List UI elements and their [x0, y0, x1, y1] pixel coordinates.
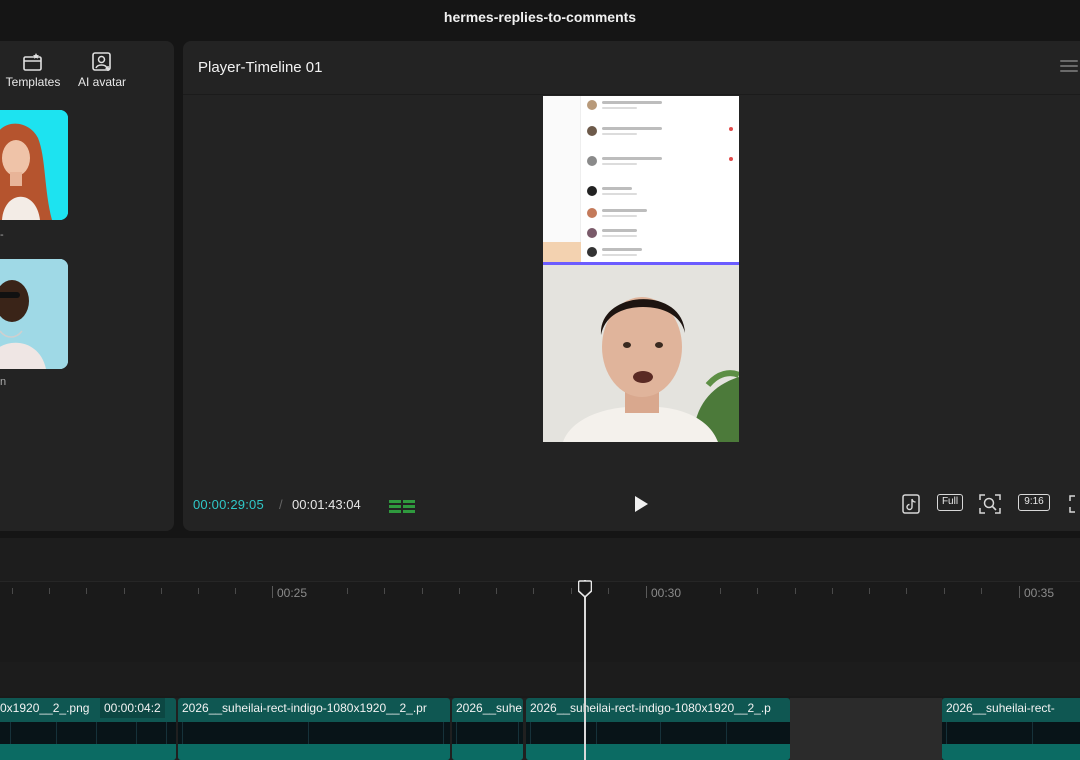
- menu-icon[interactable]: [1060, 60, 1078, 74]
- timeline-gap[interactable]: [790, 698, 942, 760]
- aspect-ratio-button[interactable]: 9:16: [1018, 494, 1050, 514]
- ratio-label: 9:16: [1018, 494, 1050, 511]
- player-title: Player-Timeline 01: [198, 59, 323, 76]
- ai-avatar-tab[interactable]: AI avatar: [65, 51, 139, 89]
- timeline-ruler[interactable]: 00:25 00:30 00:35: [0, 582, 1080, 602]
- timeline: 00:25 00:30 00:35 0x1920__2_.png 00:00:0…: [0, 538, 1080, 760]
- ai-avatar-label: AI avatar: [77, 75, 127, 89]
- timeline-clip[interactable]: 2026__suheilai-rect-: [942, 698, 1080, 760]
- avatar-thumbnail: [0, 259, 68, 369]
- full-label: Full: [937, 494, 963, 511]
- ruler-label: 00:35: [1024, 586, 1055, 600]
- timeline-clip[interactable]: 2026__suheilai-rect-indigo-1080x1920__2_…: [526, 698, 790, 760]
- window-title: hermes-replies-to-comments: [443, 9, 637, 25]
- preview-comments-screenshot: [543, 96, 739, 265]
- avatar-caption: n: [0, 376, 7, 388]
- ruler-label: 00:25: [277, 586, 308, 600]
- clip-duration: 00:00:04:2: [100, 698, 165, 718]
- total-timecode: 00:01:43:04: [292, 497, 361, 512]
- zoom-icon: [979, 494, 1001, 514]
- title-bar: hermes-replies-to-comments: [0, 0, 1080, 36]
- audio-meter-icon: [389, 497, 417, 513]
- clip-name: 2026__suhe: [456, 701, 523, 715]
- video-track: 0x1920__2_.png 00:00:04:2 2026__suheilai…: [0, 698, 1080, 760]
- ai-avatar-icon: [92, 52, 111, 71]
- avatar-card-male[interactable]: [0, 259, 68, 369]
- ruler-label: 00:30: [651, 586, 682, 600]
- templates-icon: [23, 53, 42, 71]
- tiktok-icon: [902, 494, 920, 514]
- timeline-clip[interactable]: 2026__suhe: [452, 698, 523, 760]
- track-spacer: [0, 662, 1080, 696]
- tiktok-preview-button[interactable]: [902, 494, 920, 514]
- player-controls: 00:00:29:05 / 00:01:43:04 Full 9:16: [183, 493, 1080, 519]
- player-header: Player-Timeline 01: [183, 41, 1080, 95]
- templates-tab[interactable]: Templates: [0, 51, 70, 89]
- playhead-line: [584, 580, 586, 760]
- timeline-clip[interactable]: 2026__suheilai-rect-indigo-1080x1920__2_…: [178, 698, 450, 760]
- clip-name: 2026__suheilai-rect-indigo-1080x1920__2_…: [530, 701, 771, 715]
- current-timecode: 00:00:29:05: [193, 497, 264, 512]
- full-quality-button[interactable]: Full: [937, 494, 963, 514]
- avatar-caption: -: [0, 229, 4, 241]
- playhead-handle-icon[interactable]: [578, 580, 592, 598]
- avatar-thumbnail: [0, 110, 68, 220]
- templates-label: Templates: [5, 75, 61, 89]
- video-preview[interactable]: [543, 96, 739, 442]
- play-icon[interactable]: [633, 495, 649, 513]
- fullscreen-icon[interactable]: [1069, 494, 1080, 514]
- timeline-toolbar: [0, 538, 1080, 582]
- avatar-card-female[interactable]: [0, 110, 68, 220]
- timecode-separator: /: [279, 497, 283, 512]
- clip-name: 2026__suheilai-rect-: [946, 701, 1055, 715]
- clip-name: 0x1920__2_.png: [0, 701, 90, 715]
- media-panel: Templates AI avatar - n: [0, 41, 174, 531]
- clip-name: 2026__suheilai-rect-indigo-1080x1920__2_…: [182, 701, 427, 715]
- zoom-fit-button[interactable]: [979, 494, 1001, 514]
- player-panel: Player-Timeline 01 00:00:29:05 / 00:01:4…: [183, 41, 1080, 531]
- preview-speaker-video: [543, 265, 739, 442]
- timeline-clip[interactable]: 0x1920__2_.png 00:00:04:2: [0, 698, 176, 760]
